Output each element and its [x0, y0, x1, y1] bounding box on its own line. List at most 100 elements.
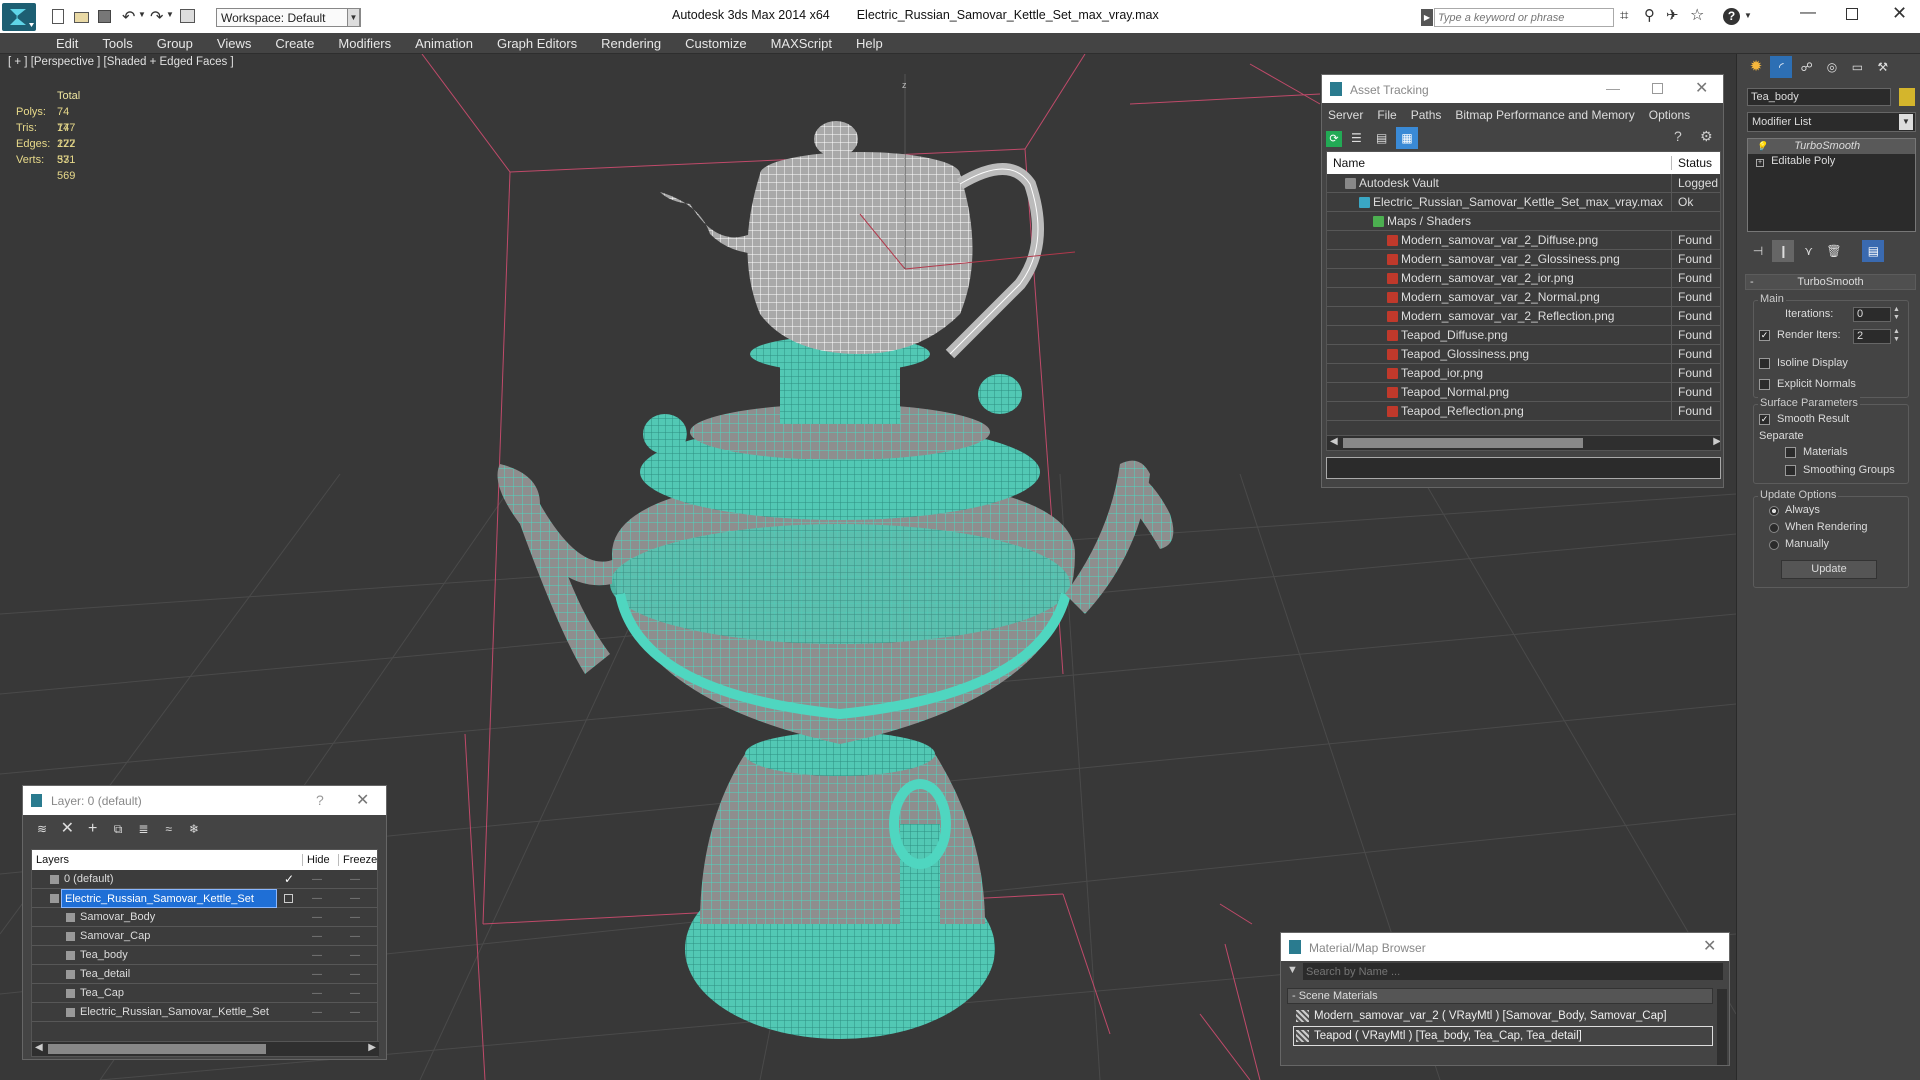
freeze-toggle[interactable]: —: [350, 946, 360, 965]
freeze-toggle[interactable]: —: [350, 889, 360, 908]
highlight-layer-icon[interactable]: ≣: [132, 818, 154, 840]
freeze-toggle[interactable]: —: [350, 908, 360, 927]
active-layer-check-icon[interactable]: ✓: [284, 870, 294, 889]
freeze-toggle[interactable]: —: [350, 984, 360, 1003]
modifier-stack-turbosmooth[interactable]: 💡 TurboSmooth: [1748, 139, 1915, 154]
favorites-star-icon[interactable]: ☆: [1690, 5, 1704, 25]
save-file-icon[interactable]: [98, 10, 111, 23]
close-icon[interactable]: ✕: [1703, 936, 1716, 956]
utilities-tab-icon[interactable]: ⚒: [1872, 56, 1894, 78]
asset-menu-server[interactable]: Server: [1328, 108, 1363, 122]
subscription-icon[interactable]: ⚲: [1644, 6, 1655, 24]
freeze-toggle[interactable]: —: [350, 870, 360, 889]
asset-row[interactable]: Teapod_Diffuse.png Found: [1327, 326, 1720, 345]
modify-tab-icon[interactable]: ◜: [1770, 56, 1793, 78]
render-iters-checkbox[interactable]: ✓: [1759, 330, 1770, 341]
manually-radio[interactable]: [1769, 540, 1779, 550]
remove-modifier-icon[interactable]: 🗑: [1823, 240, 1845, 262]
layer-row[interactable]: Tea_detail — —: [32, 965, 377, 984]
iterations-spinner[interactable]: 0: [1853, 307, 1891, 322]
layer-horizontal-scrollbar[interactable]: ◀ ▶: [32, 1041, 379, 1056]
when-rendering-radio[interactable]: [1769, 523, 1779, 533]
separate-smoothing-groups-checkbox[interactable]: [1785, 465, 1796, 476]
undo-icon[interactable]: ↶: [122, 7, 135, 27]
new-layer-icon[interactable]: ≋: [31, 818, 53, 840]
freeze-toggle[interactable]: —: [350, 965, 360, 984]
close-icon[interactable]: ✕: [356, 790, 369, 810]
hierarchy-tab-icon[interactable]: ☍: [1796, 56, 1818, 78]
freeze-all-icon[interactable]: ❄: [183, 818, 205, 840]
separate-materials-checkbox[interactable]: [1785, 447, 1796, 458]
open-file-icon[interactable]: [74, 12, 89, 23]
hide-toggle[interactable]: —: [312, 965, 322, 984]
hide-toggle[interactable]: —: [312, 870, 322, 889]
asset-row[interactable]: Modern_samovar_var_2_ior.png Found: [1327, 269, 1720, 288]
asset-row[interactable]: Teapod_ior.png Found: [1327, 364, 1720, 383]
object-name-field[interactable]: [1747, 88, 1891, 106]
refresh-icon[interactable]: ⟳: [1326, 131, 1342, 147]
asset-row[interactable]: Autodesk Vault Logged O: [1327, 174, 1720, 193]
menu-rendering[interactable]: Rendering: [601, 33, 661, 54]
update-button[interactable]: Update: [1781, 560, 1877, 579]
scroll-thumb[interactable]: [1343, 438, 1583, 448]
light-bulb-icon[interactable]: 💡: [1756, 141, 1767, 151]
make-current-layer-icon[interactable]: [284, 894, 293, 903]
material-search-input[interactable]: [1303, 963, 1723, 980]
search-input[interactable]: [1434, 8, 1614, 27]
hide-all-icon[interactable]: ≈: [158, 818, 180, 840]
scroll-thumb[interactable]: [48, 1044, 266, 1054]
column-freeze[interactable]: Freeze: [338, 854, 377, 866]
menu-maxscript[interactable]: MAXScript: [771, 33, 832, 54]
layer-row[interactable]: Tea_Cap — —: [32, 984, 377, 1003]
asset-row[interactable]: Teapod_Normal.png Found: [1327, 383, 1720, 402]
asset-menu-bitmap-performance-and-memory[interactable]: Bitmap Performance and Memory: [1455, 108, 1634, 122]
list-view-icon[interactable]: ☰: [1345, 127, 1367, 149]
maximize-icon[interactable]: [1652, 83, 1663, 94]
scroll-right-icon[interactable]: ▶: [1713, 436, 1720, 447]
hold-icon[interactable]: [180, 9, 195, 23]
undo-dropdown-icon[interactable]: ▼: [138, 10, 146, 19]
hide-toggle[interactable]: —: [312, 946, 322, 965]
smooth-result-checkbox[interactable]: ✓: [1759, 414, 1770, 425]
object-color-swatch[interactable]: [1899, 88, 1915, 106]
scroll-left-icon[interactable]: ◀: [1330, 436, 1338, 447]
close-icon[interactable]: ✕: [1695, 78, 1708, 98]
settings-icon[interactable]: ⚙: [1700, 128, 1713, 145]
asset-row[interactable]: Maps / Shaders: [1327, 212, 1720, 231]
freeze-toggle[interactable]: —: [350, 1003, 360, 1022]
binoculars-icon[interactable]: ⌗: [1620, 7, 1628, 24]
motion-tab-icon[interactable]: ◎: [1821, 56, 1843, 78]
help-icon[interactable]: ?: [1723, 8, 1740, 25]
column-layers[interactable]: Layers: [36, 854, 69, 866]
hide-toggle[interactable]: —: [312, 927, 322, 946]
search-arrow-icon[interactable]: ▶: [1421, 9, 1433, 26]
hide-toggle[interactable]: —: [312, 889, 322, 908]
workspace-dropdown[interactable]: Workspace: Default ▼: [216, 8, 361, 27]
menu-create[interactable]: Create: [275, 33, 314, 54]
modifier-stack-editable-poly[interactable]: + Editable Poly: [1748, 154, 1915, 169]
menu-customize[interactable]: Customize: [685, 33, 746, 54]
thumbnail-view-icon[interactable]: ▤: [1371, 127, 1393, 149]
menu-modifiers[interactable]: Modifiers: [338, 33, 391, 54]
redo-icon[interactable]: ↷: [150, 7, 163, 27]
menu-animation[interactable]: Animation: [415, 33, 473, 54]
pin-stack-icon[interactable]: ⊣: [1747, 240, 1769, 262]
layer-row[interactable]: 0 (default) — — ✓: [32, 870, 377, 889]
menu-graph-editors[interactable]: Graph Editors: [497, 33, 577, 54]
layer-titlebar[interactable]: Layer: 0 (default) ? ✕: [23, 786, 386, 815]
hide-toggle[interactable]: —: [312, 1003, 322, 1022]
layer-row[interactable]: Samovar_Cap — —: [32, 927, 377, 946]
help-dropdown-icon[interactable]: ▼: [1744, 11, 1752, 20]
asset-tracking-titlebar[interactable]: Asset Tracking — ✕: [1322, 75, 1723, 103]
horizontal-scrollbar[interactable]: ◀ ▶: [1327, 435, 1720, 450]
communication-icon[interactable]: ✈: [1666, 6, 1679, 24]
explicit-normals-checkbox[interactable]: [1759, 379, 1770, 390]
make-unique-icon[interactable]: ⋎: [1798, 240, 1820, 262]
redo-dropdown-icon[interactable]: ▼: [166, 10, 174, 19]
spinner-arrows-icon[interactable]: ▲ ▼: [1893, 306, 1900, 322]
material-item[interactable]: Modern_samovar_var_2 ( VRayMtl ) [Samova…: [1293, 1006, 1713, 1026]
filter-dropdown-icon[interactable]: ▼: [1287, 964, 1298, 976]
viewport-label[interactable]: [ + ] [Perspective ] [Shaded + Edged Fac…: [8, 56, 234, 68]
asset-row[interactable]: Teapod_Glossiness.png Found: [1327, 345, 1720, 364]
app-logo-icon[interactable]: [2, 3, 36, 31]
